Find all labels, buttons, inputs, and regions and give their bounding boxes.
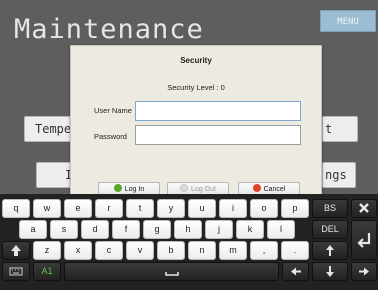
arrow-down-icon: [326, 266, 334, 277]
settings-button[interactable]: ngs: [322, 162, 356, 188]
user-name-label: User Name: [94, 106, 132, 115]
key-h[interactable]: h: [174, 220, 202, 239]
arrow-left-key[interactable]: [282, 262, 309, 281]
password-label: Password: [94, 132, 127, 141]
key-p[interactable]: p: [281, 199, 309, 218]
key-t[interactable]: t: [126, 199, 154, 218]
security-level-text: Security Level : 0: [167, 83, 225, 92]
shift-key[interactable]: [2, 241, 30, 260]
key-b[interactable]: b: [157, 241, 185, 260]
key-period[interactable]: .: [281, 241, 309, 260]
keyboard-toggle-key[interactable]: [2, 262, 30, 281]
enter-icon: [357, 233, 371, 248]
arrow-right-icon: [359, 267, 369, 276]
key-a[interactable]: a: [19, 220, 47, 239]
logout-icon: [180, 184, 189, 192]
key-o[interactable]: o: [250, 199, 278, 218]
close-keyboard-key[interactable]: [351, 199, 377, 218]
arrow-down-key[interactable]: [312, 262, 348, 281]
cancel-icon: [252, 184, 261, 192]
key-f[interactable]: f: [112, 220, 140, 239]
key-m[interactable]: m: [219, 241, 247, 260]
keyboard-icon: [9, 267, 23, 276]
close-icon: [359, 203, 369, 213]
backspace-key[interactable]: BS: [312, 199, 348, 218]
arrow-left-icon: [290, 267, 301, 276]
key-k[interactable]: k: [236, 220, 264, 239]
key-y[interactable]: y: [157, 199, 185, 218]
arrow-up-key[interactable]: [312, 241, 348, 260]
key-g[interactable]: g: [143, 220, 171, 239]
on-screen-keyboard: q w e r t y u i o p BS a s d f g h j k l…: [0, 194, 378, 290]
user-name-field[interactable]: [135, 101, 301, 121]
log-in-label: Log In: [124, 186, 145, 193]
arrow-right-key[interactable]: [351, 262, 377, 281]
delete-key[interactable]: DEL: [312, 220, 348, 239]
key-u[interactable]: u: [188, 199, 216, 218]
security-dialog: Security Security Level : 0 User Name Pa…: [70, 45, 322, 210]
key-z[interactable]: z: [33, 241, 61, 260]
enter-key[interactable]: [351, 220, 377, 260]
space-key[interactable]: [64, 262, 279, 281]
arrow-up-icon: [326, 245, 334, 256]
page-title: Maintenance: [14, 14, 204, 45]
password-field[interactable]: [135, 125, 301, 145]
key-comma[interactable]: ,: [250, 241, 278, 260]
mode-key[interactable]: A1: [33, 262, 61, 281]
check-icon: [113, 184, 122, 192]
key-j[interactable]: j: [205, 220, 233, 239]
dialog-title: Security: [180, 56, 212, 65]
temperature-button[interactable]: Tempe: [24, 116, 76, 142]
menu-button[interactable]: MENU: [320, 10, 376, 32]
key-q[interactable]: q: [2, 199, 30, 218]
key-d[interactable]: d: [81, 220, 109, 239]
t-button[interactable]: t: [322, 116, 358, 142]
key-c[interactable]: c: [95, 241, 123, 260]
key-n[interactable]: n: [188, 241, 216, 260]
space-icon: [164, 272, 179, 276]
key-v[interactable]: v: [126, 241, 154, 260]
key-i[interactable]: i: [219, 199, 247, 218]
key-r[interactable]: r: [95, 199, 123, 218]
key-e[interactable]: e: [64, 199, 92, 218]
cancel-label: Cancel: [263, 186, 286, 193]
log-out-label: Log Out: [191, 186, 216, 193]
key-x[interactable]: x: [64, 241, 92, 260]
key-w[interactable]: w: [33, 199, 61, 218]
key-l[interactable]: l: [267, 220, 295, 239]
shift-icon: [11, 245, 21, 256]
key-s[interactable]: s: [50, 220, 78, 239]
